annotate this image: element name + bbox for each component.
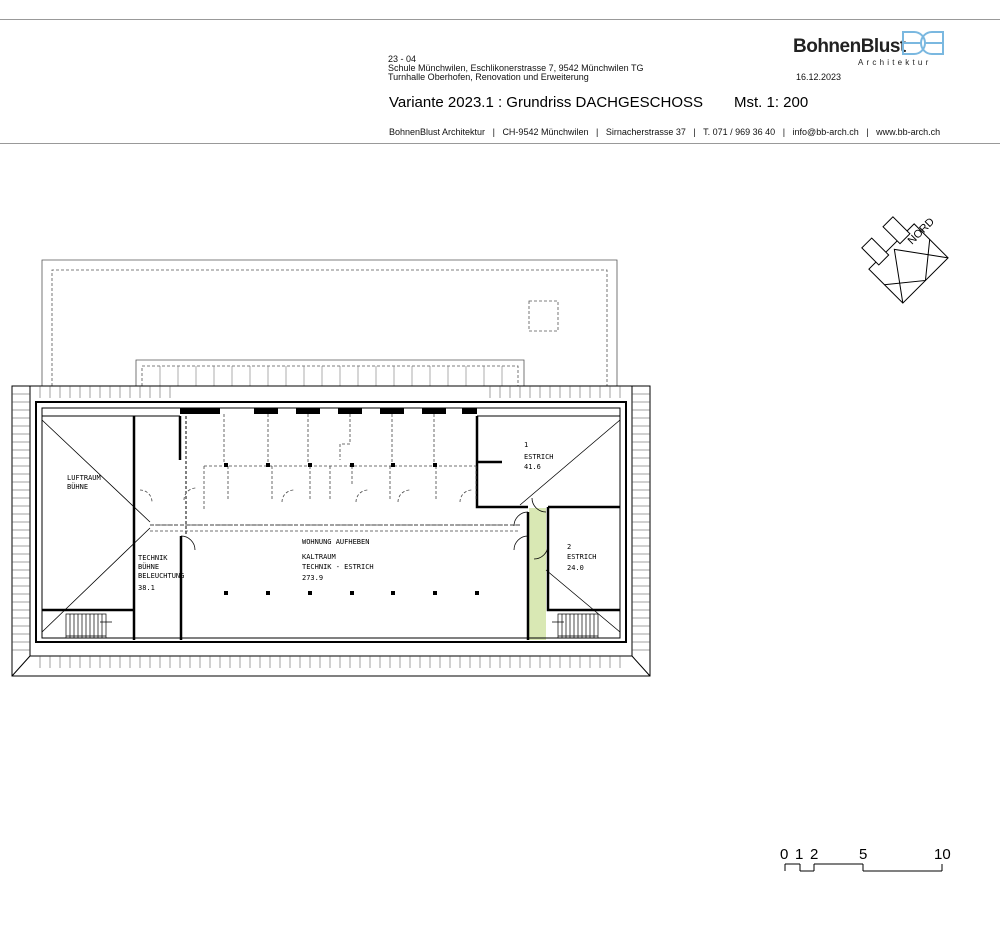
room-estrich2-name: ESTRICH bbox=[567, 553, 597, 561]
room-estrich1-number: 1 bbox=[524, 441, 528, 449]
dormer-bays bbox=[180, 408, 477, 414]
dashed-partitions bbox=[139, 414, 520, 532]
room-estrich2-area: 24.0 bbox=[567, 564, 584, 572]
room-estrich2-number: 2 bbox=[567, 543, 571, 551]
room-estrich1-area: 41.6 bbox=[524, 463, 541, 471]
room-wohnung-line1: KALTRAUM bbox=[302, 553, 336, 561]
posts bbox=[224, 463, 479, 595]
stairs-left bbox=[65, 613, 112, 639]
room-estrich1-name: ESTRICH bbox=[524, 453, 554, 461]
scale-label-0: 0 bbox=[780, 846, 788, 863]
room-technik-area: 38.1 bbox=[138, 584, 155, 592]
room-technik-line3: BELEUCHTUNG bbox=[138, 572, 184, 580]
room-wohnung-area: 273.9 bbox=[302, 574, 323, 582]
room-luftraum-line1: LUFTRAUM bbox=[67, 474, 101, 482]
scale-label-2: 2 bbox=[810, 846, 818, 863]
scale-label-5: 5 bbox=[859, 846, 867, 863]
room-wohnung-note: WOHNUNG AUFHEBEN bbox=[302, 538, 369, 546]
dormer-rafters bbox=[159, 366, 503, 386]
scale-label-10: 10 bbox=[934, 846, 951, 863]
room-technik-line1: TECHNIK bbox=[138, 554, 168, 562]
stairs-right bbox=[552, 613, 599, 639]
scale-bar: 0 1 2 5 10 bbox=[780, 846, 951, 872]
roof-tiles bbox=[12, 386, 650, 668]
highlighted-strip bbox=[529, 508, 546, 640]
room-wohnung-line2: TECHNIK - ESTRICH bbox=[302, 563, 374, 571]
floor-plan: LUFTRAUM BÜHNE TECHNIK BÜHNE BELEUCHTUNG… bbox=[11, 259, 651, 677]
room-technik-line2: BÜHNE bbox=[138, 562, 159, 571]
room-luftraum-line2: BÜHNE bbox=[67, 482, 88, 491]
upper-roof-outline bbox=[41, 259, 618, 386]
scale-label-1: 1 bbox=[795, 846, 803, 863]
